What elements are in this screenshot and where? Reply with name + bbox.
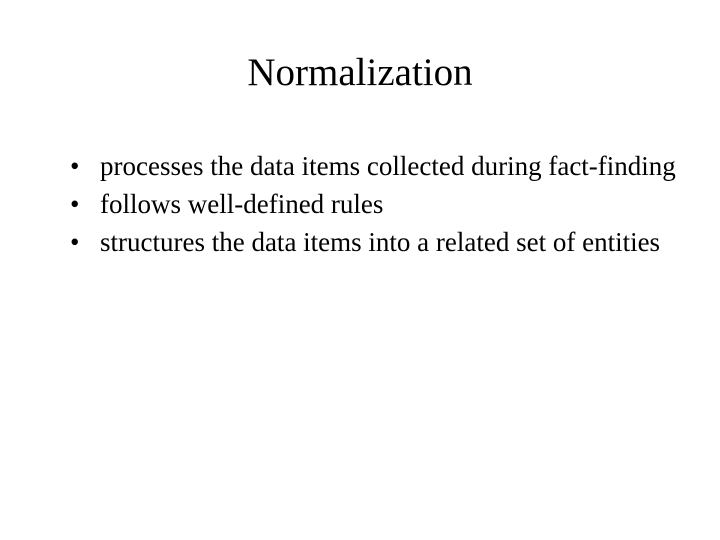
bullet-text: structures the data items into a related… [100,227,660,257]
bullet-text: processes the data items collected durin… [100,151,676,181]
slide-container: Normalization • processes the data items… [0,0,720,540]
bullet-icon: • [70,188,79,222]
slide-title: Normalization [40,50,680,95]
bullet-icon: • [70,226,79,260]
bullet-list: • processes the data items collected dur… [40,150,680,259]
list-item: • follows well-defined rules [70,188,680,222]
bullet-icon: • [70,150,79,184]
list-item: • structures the data items into a relat… [70,226,680,260]
list-item: • processes the data items collected dur… [70,150,680,184]
bullet-text: follows well-defined rules [100,189,383,219]
